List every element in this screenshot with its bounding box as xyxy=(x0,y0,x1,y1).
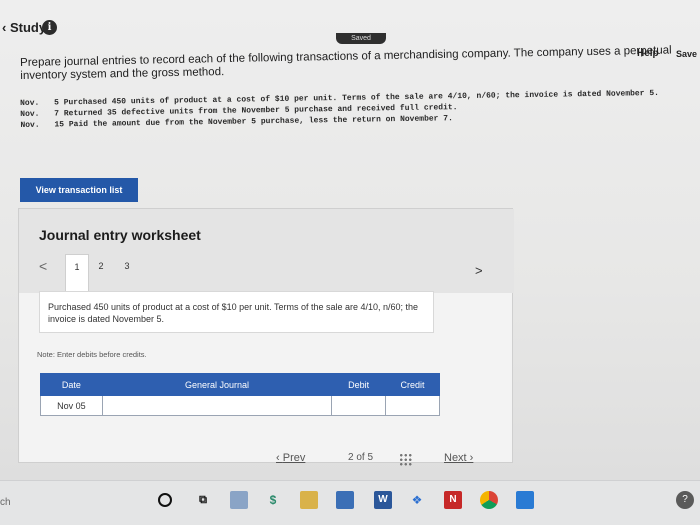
cortana-icon[interactable] xyxy=(158,493,172,507)
page-total: 5 xyxy=(367,452,374,463)
mail-icon[interactable] xyxy=(336,491,354,509)
entry-description: Purchased 450 units of product at a cost… xyxy=(39,291,434,333)
worksheet-header: Journal entry worksheet < 1 2 3 > xyxy=(19,209,514,293)
page-indicator: 2 of 5 xyxy=(348,452,373,463)
study-link[interactable]: ‹ Study xyxy=(2,20,46,35)
chevron-left-icon: ‹ xyxy=(276,452,283,464)
worksheet-tab-2[interactable]: 2 xyxy=(89,254,113,278)
info-icon[interactable]: i xyxy=(42,20,57,35)
study-label: Study xyxy=(9,20,47,35)
account-input[interactable] xyxy=(101,395,333,416)
chevron-left-icon[interactable]: < xyxy=(39,258,59,274)
transaction-date-label: Nov. xyxy=(20,120,40,130)
question-prompt: Prepare journal entries to record each o… xyxy=(20,44,672,82)
credit-input[interactable] xyxy=(385,395,440,416)
chrome-icon[interactable] xyxy=(480,491,498,509)
grid-icon[interactable] xyxy=(399,453,413,466)
date-cell[interactable]: Nov 05 xyxy=(40,395,103,416)
file-explorer-icon[interactable] xyxy=(230,491,248,509)
chevron-right-icon: › xyxy=(466,452,474,464)
money-icon[interactable]: $ xyxy=(264,491,282,509)
journal-entry-worksheet: Journal entry worksheet < 1 2 3 > Purcha… xyxy=(18,208,514,463)
prev-label: Prev xyxy=(282,452,306,464)
word-icon[interactable]: W xyxy=(374,491,392,509)
worksheet-tab-3[interactable]: 3 xyxy=(115,254,139,278)
journal-table: Date General Journal Debit Credit Nov 05 xyxy=(40,373,440,416)
prev-button[interactable]: ‹ Prev xyxy=(276,452,305,464)
back-chevron-icon: ‹ xyxy=(2,20,10,35)
entry-note: Note: Enter debits before credits. xyxy=(37,350,147,359)
transaction-date-label: Nov. xyxy=(20,109,40,119)
netflix-icon[interactable]: N xyxy=(444,491,462,509)
taskbar-search-stub[interactable]: ch xyxy=(0,497,11,508)
table-row: Nov 05 xyxy=(40,395,440,416)
column-header-debit: Debit xyxy=(331,373,387,396)
dropbox-icon[interactable]: ❖ xyxy=(408,491,426,509)
column-header-credit: Credit xyxy=(385,373,440,396)
chevron-right-icon[interactable]: > xyxy=(475,263,483,278)
column-header-general-journal: General Journal xyxy=(101,373,333,396)
page-of: of xyxy=(356,452,365,463)
transaction-list: Nov. 5 Purchased 450 units of product at… xyxy=(20,87,700,131)
column-header-date: Date xyxy=(40,373,103,396)
taskbar: ch ⧉ $ W ❖ N ? xyxy=(0,480,700,525)
view-transaction-list-button[interactable]: View transaction list xyxy=(20,178,138,202)
page-current: 2 xyxy=(348,452,354,463)
store-icon[interactable] xyxy=(300,491,318,509)
debit-input[interactable] xyxy=(331,395,387,416)
transaction-date-label: Nov. xyxy=(20,98,40,108)
saved-badge: Saved xyxy=(336,33,386,44)
next-label: Next xyxy=(444,452,467,464)
worksheet-tab-1[interactable]: 1 xyxy=(65,254,89,292)
screen: ‹ Study i Saved Help Save Prepare journa… xyxy=(0,0,700,480)
task-view-icon[interactable]: ⧉ xyxy=(194,491,212,509)
worksheet-title: Journal entry worksheet xyxy=(39,227,201,243)
top-bar: ‹ Study i Saved Help Save xyxy=(0,0,700,59)
help-icon[interactable]: ? xyxy=(676,491,694,509)
journal-header-row: Date General Journal Debit Credit xyxy=(40,373,440,396)
app-icon[interactable] xyxy=(516,491,534,509)
next-button[interactable]: Next › xyxy=(444,452,473,464)
